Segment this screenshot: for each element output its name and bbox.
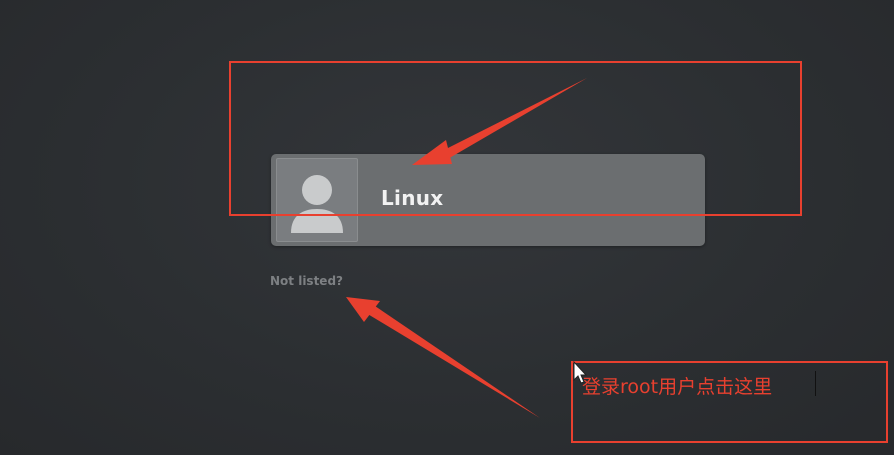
annotation-highlight-box-user bbox=[229, 61, 802, 216]
login-screen: Linux Not listed? 登录root用户点击这里 bbox=[0, 0, 894, 455]
not-listed-link[interactable]: Not listed? bbox=[270, 274, 343, 288]
annotation-arrow-to-not-listed bbox=[346, 297, 540, 418]
annotation-note-text: 登录root用户点击这里 bbox=[582, 376, 773, 398]
text-cursor-caret bbox=[815, 371, 816, 396]
